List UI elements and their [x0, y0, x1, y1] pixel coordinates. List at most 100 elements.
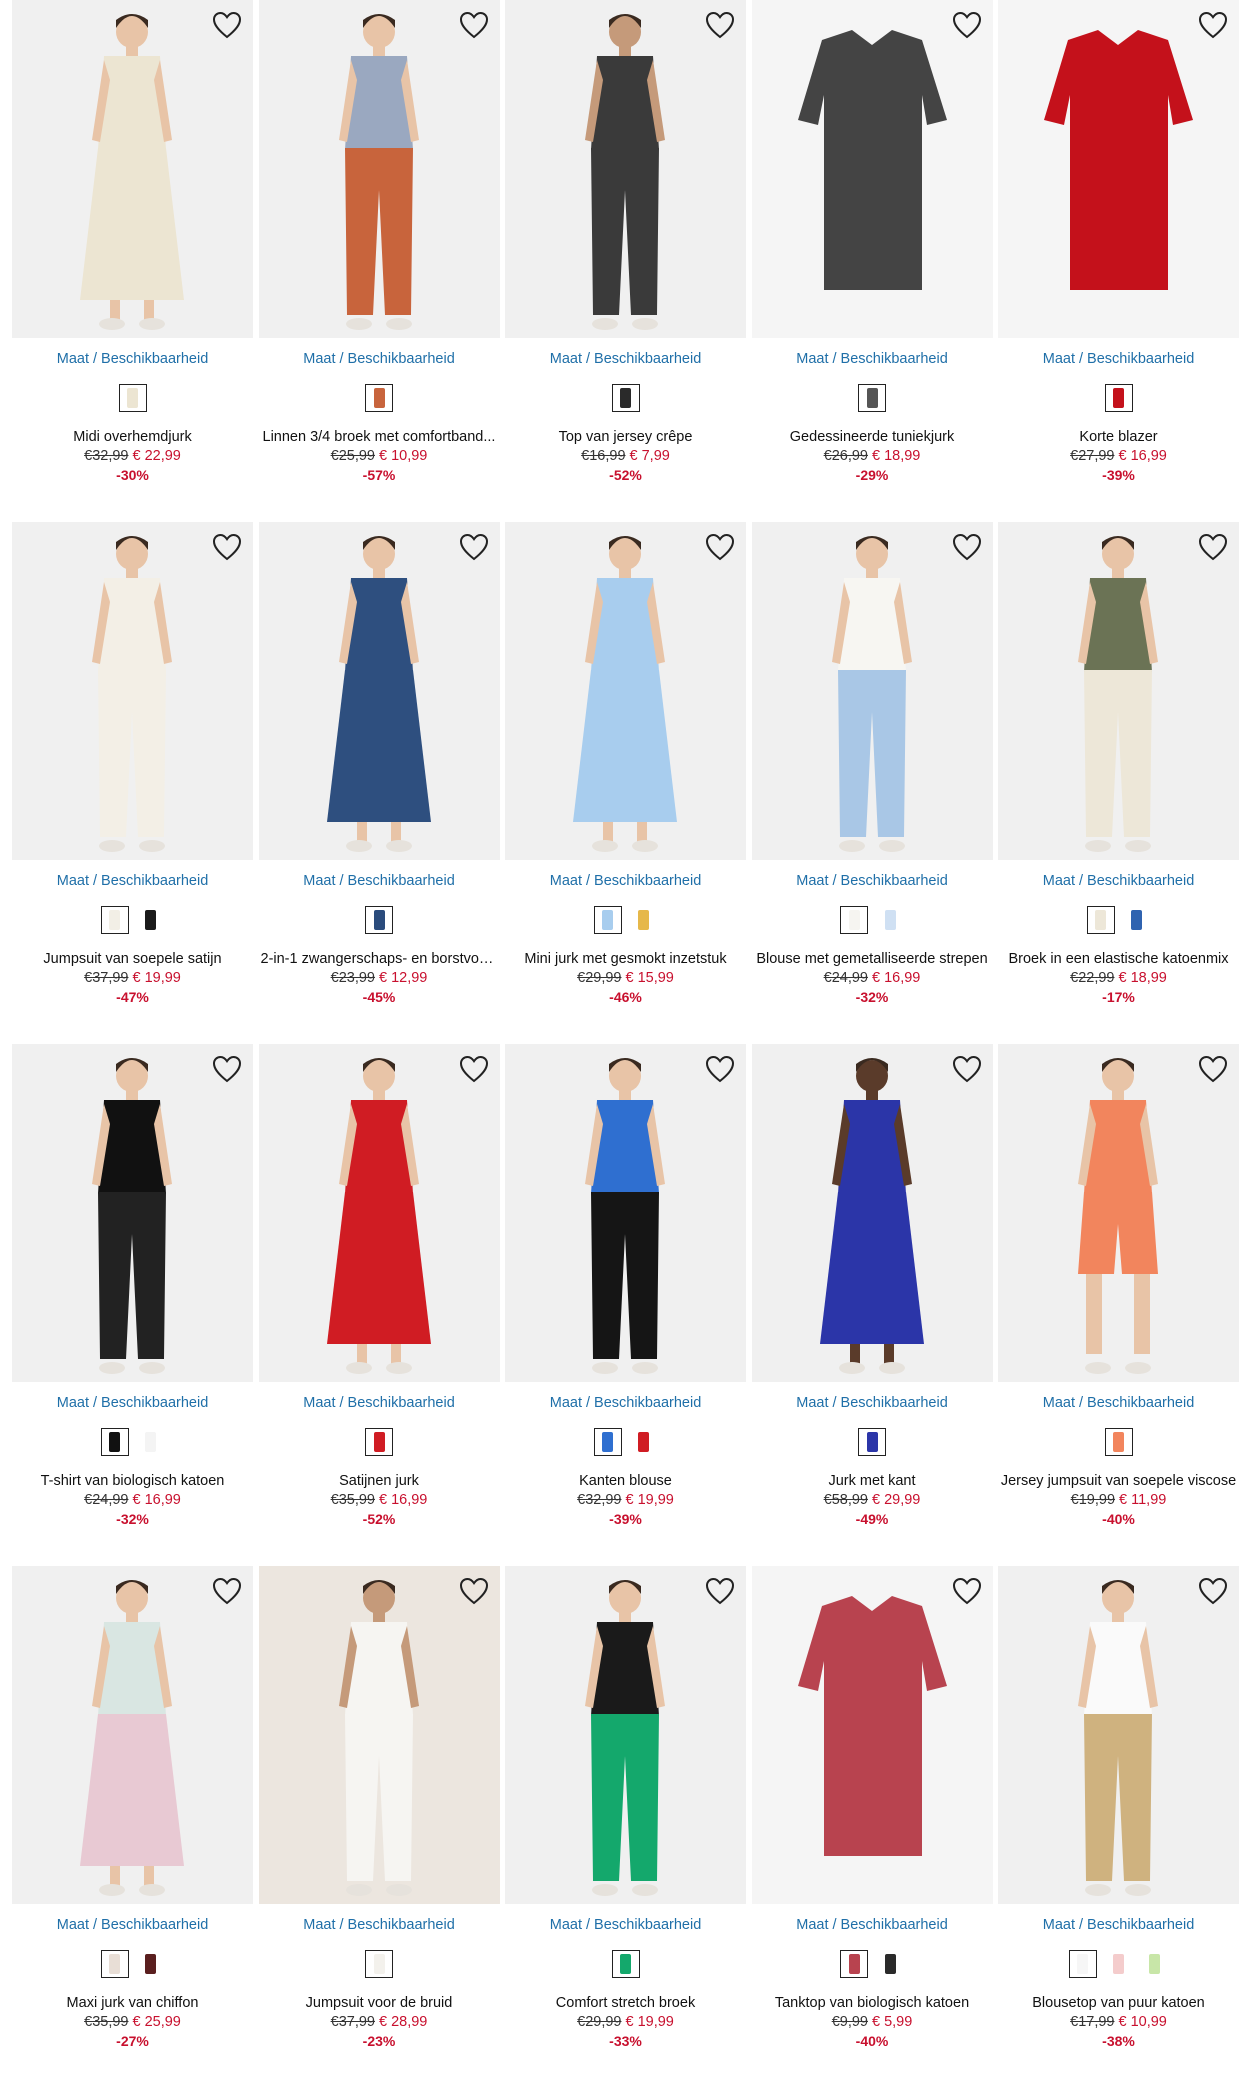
product-name[interactable]: Gedessineerde tuniekjurk [752, 428, 993, 446]
color-swatch[interactable] [365, 906, 393, 934]
color-swatch[interactable] [365, 384, 393, 412]
product-name[interactable]: 2-in-1 zwangerschaps- en borstvoed... [259, 950, 500, 968]
product-image[interactable] [998, 1044, 1239, 1382]
wishlist-heart-icon[interactable] [211, 10, 243, 40]
product-image[interactable] [751, 1044, 993, 1382]
color-swatch[interactable] [136, 1950, 165, 1978]
size-availability-link[interactable]: Maat / Beschikbaarheid [259, 1394, 500, 1412]
product-card[interactable]: Maat / Beschikbaarheid Maxi jurk van chif… [12, 1566, 253, 2088]
color-swatch[interactable] [1068, 1950, 1097, 1978]
product-card[interactable]: Maat / Beschikbaarheid Jurk met kant €58,9… [751, 1044, 993, 1566]
wishlist-heart-icon[interactable] [704, 1054, 736, 1084]
color-swatch[interactable] [1086, 906, 1115, 934]
size-availability-link[interactable]: Maat / Beschikbaarheid [505, 350, 746, 368]
product-name[interactable]: Linnen 3/4 broek met comfortband... [259, 428, 500, 446]
wishlist-heart-icon[interactable] [704, 10, 736, 40]
color-swatch[interactable] [136, 906, 165, 934]
color-swatch[interactable] [876, 906, 904, 934]
wishlist-heart-icon[interactable] [458, 10, 490, 40]
product-image[interactable] [12, 522, 253, 860]
color-swatch[interactable] [100, 906, 129, 934]
product-card[interactable]: Maat / Beschikbaarheid Broek in een elast… [998, 522, 1239, 1044]
product-name[interactable]: Blousetop van puur katoen [998, 1994, 1239, 2012]
wishlist-heart-icon[interactable] [951, 10, 983, 40]
product-image[interactable] [998, 1566, 1239, 1904]
product-card[interactable]: Maat / Beschikbaarheid 2-in-1 zwangerscha… [258, 522, 500, 1044]
size-availability-link[interactable]: Maat / Beschikbaarheid [12, 1916, 253, 1934]
wishlist-heart-icon[interactable] [211, 1576, 243, 1606]
product-card[interactable]: Maat / Beschikbaarheid Gedessineerde tuni… [751, 0, 993, 522]
product-card[interactable]: Maat / Beschikbaarheid T-shirt van biolog… [12, 1044, 253, 1566]
color-swatch[interactable] [629, 1428, 658, 1456]
product-image[interactable] [505, 1044, 746, 1382]
color-swatch[interactable] [593, 1428, 622, 1456]
color-swatch[interactable] [858, 1428, 886, 1456]
wishlist-heart-icon[interactable] [211, 1054, 243, 1084]
product-name[interactable]: Maxi jurk van chiffon [12, 1994, 253, 2012]
product-name[interactable]: Jumpsuit van soepele satijn [12, 950, 253, 968]
product-image[interactable] [12, 1044, 253, 1382]
wishlist-heart-icon[interactable] [1197, 532, 1229, 562]
color-swatch[interactable] [611, 1950, 640, 1978]
size-availability-link[interactable]: Maat / Beschikbaarheid [259, 1916, 500, 1934]
product-card[interactable]: Maat / Beschikbaarheid Blousetop van puur… [998, 1566, 1239, 2088]
size-availability-link[interactable]: Maat / Beschikbaarheid [12, 350, 253, 368]
product-card[interactable]: Maat / Beschikbaarheid Blouse met gemetal… [751, 522, 993, 1044]
product-image[interactable] [505, 522, 746, 860]
size-availability-link[interactable]: Maat / Beschikbaarheid [998, 872, 1239, 890]
size-availability-link[interactable]: Maat / Beschikbaarheid [259, 872, 500, 890]
product-card[interactable]: Maat / Beschikbaarheid Kanten blouse €32,9… [505, 1044, 746, 1566]
size-availability-link[interactable]: Maat / Beschikbaarheid [998, 350, 1239, 368]
product-name[interactable]: Broek in een elastische katoenmix [998, 950, 1239, 968]
color-swatch[interactable] [858, 384, 886, 412]
color-swatch[interactable] [365, 1950, 393, 1978]
product-card[interactable]: Maat / Beschikbaarheid Korte blazer €27,99… [998, 0, 1239, 522]
product-image[interactable] [505, 0, 746, 338]
product-name[interactable]: Korte blazer [998, 428, 1239, 446]
product-card[interactable]: Maat / Beschikbaarheid Tanktop van biolog… [751, 1566, 993, 2088]
product-card[interactable]: Maat / Beschikbaarheid Jumpsuit van soepe… [12, 522, 253, 1044]
size-availability-link[interactable]: Maat / Beschikbaarheid [998, 1394, 1239, 1412]
product-image[interactable] [258, 1566, 500, 1904]
product-image[interactable] [998, 0, 1239, 338]
wishlist-heart-icon[interactable] [1197, 10, 1229, 40]
color-swatch[interactable] [1104, 1950, 1133, 1978]
size-availability-link[interactable]: Maat / Beschikbaarheid [12, 872, 253, 890]
color-swatch[interactable] [611, 384, 640, 412]
product-name[interactable]: Comfort stretch broek [505, 1994, 746, 2012]
wishlist-heart-icon[interactable] [951, 1576, 983, 1606]
product-name[interactable]: Satijnen jurk [259, 1472, 500, 1490]
product-card[interactable]: Maat / Beschikbaarheid Linnen 3/4 broek m… [258, 0, 500, 522]
size-availability-link[interactable]: Maat / Beschikbaarheid [752, 1394, 993, 1412]
color-swatch[interactable] [365, 1428, 393, 1456]
product-name[interactable]: Kanten blouse [505, 1472, 746, 1490]
product-image[interactable] [998, 522, 1239, 860]
color-swatch[interactable] [840, 906, 868, 934]
size-availability-link[interactable]: Maat / Beschikbaarheid [505, 1916, 746, 1934]
wishlist-heart-icon[interactable] [458, 1054, 490, 1084]
size-availability-link[interactable]: Maat / Beschikbaarheid [752, 1916, 993, 1934]
product-name[interactable]: T-shirt van biologisch katoen [12, 1472, 253, 1490]
product-image[interactable] [751, 1566, 993, 1904]
wishlist-heart-icon[interactable] [458, 1576, 490, 1606]
product-name[interactable]: Top van jersey crêpe [505, 428, 746, 446]
color-swatch[interactable] [136, 1428, 165, 1456]
size-availability-link[interactable]: Maat / Beschikbaarheid [998, 1916, 1239, 1934]
size-availability-link[interactable]: Maat / Beschikbaarheid [505, 872, 746, 890]
color-swatch[interactable] [629, 906, 658, 934]
color-swatch[interactable] [840, 1950, 868, 1978]
product-card[interactable]: Maat / Beschikbaarheid Jumpsuit voor de b… [258, 1566, 500, 2088]
product-name[interactable]: Blouse met gemetalliseerde strepen [752, 950, 993, 968]
size-availability-link[interactable]: Maat / Beschikbaarheid [752, 872, 993, 890]
size-availability-link[interactable]: Maat / Beschikbaarheid [505, 1394, 746, 1412]
product-name[interactable]: Jurk met kant [752, 1472, 993, 1490]
size-availability-link[interactable]: Maat / Beschikbaarheid [259, 350, 500, 368]
product-image[interactable] [258, 522, 500, 860]
product-card[interactable]: Maat / Beschikbaarheid Comfort stretch br… [505, 1566, 746, 2088]
color-swatch[interactable] [1104, 384, 1133, 412]
color-swatch[interactable] [1122, 906, 1151, 934]
wishlist-heart-icon[interactable] [951, 1054, 983, 1084]
wishlist-heart-icon[interactable] [211, 532, 243, 562]
product-card[interactable]: Maat / Beschikbaarheid Midi overhemdjurk €… [12, 0, 253, 522]
wishlist-heart-icon[interactable] [704, 1576, 736, 1606]
